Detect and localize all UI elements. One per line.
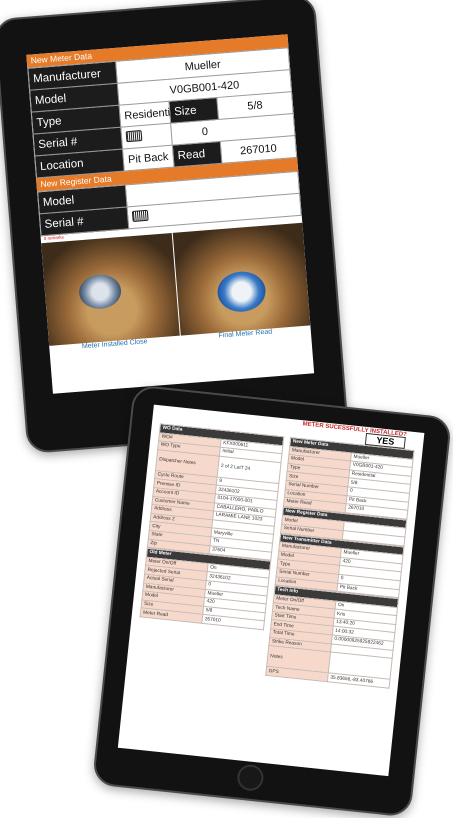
back-tablet: METER SUCESSFULLY INSTALLED? YES WO Data… xyxy=(91,384,453,818)
report-left-column: WO Data WO# KFX000611 WO Type Initial Dispatc… xyxy=(135,423,284,675)
barcode-icon xyxy=(125,129,143,142)
report-section: Old Meter Meter On/Off On Rejected Serial 32… xyxy=(140,548,272,630)
report-section: Tech Info Meter On/Off On Tech Name Kris Star… xyxy=(265,585,399,689)
report-right-column: New Meter Data Manufacturer Mueller Model V0… xyxy=(265,437,415,689)
report-columns: WO Data WO# KFX000611 WO Type Initial Dispatc… xyxy=(127,422,423,689)
water-meter-image xyxy=(215,269,267,314)
report-screen: METER SUCESSFULLY INSTALLED? YES WO Data… xyxy=(117,404,425,777)
water-meter-image xyxy=(77,273,123,311)
final-meter-read-photo[interactable] xyxy=(172,222,311,336)
meter-form-screen: New Meter Data Manufacturer Mueller Mode… xyxy=(26,34,315,394)
barcode-icon xyxy=(131,209,149,222)
photo-gallery xyxy=(41,222,311,346)
read-label: Read xyxy=(172,141,222,168)
front-tablet: New Meter Data Manufacturer Mueller Mode… xyxy=(0,0,349,454)
meter-installed-close-photo[interactable] xyxy=(41,233,180,346)
new-meter-form: Manufacturer Mueller Model V0GB001-420 T… xyxy=(27,47,297,178)
report-section: New Meter Data Manufacturer Mueller Model V0… xyxy=(283,437,415,519)
report-section: WO Data WO# KFX000611 WO Type Initial Dispatc… xyxy=(147,423,284,561)
